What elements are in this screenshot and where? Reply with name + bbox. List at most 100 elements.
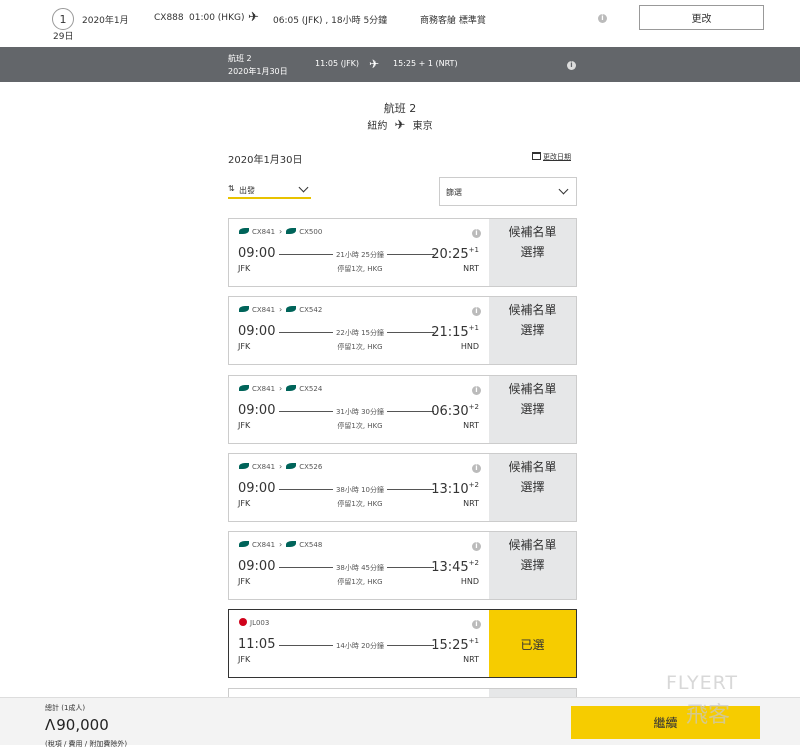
choose-label: 選擇	[520, 245, 545, 259]
total-value: 90,000	[56, 716, 109, 734]
info-icon[interactable]: i	[598, 14, 607, 23]
jal-logo-icon	[239, 618, 247, 626]
route-line	[387, 332, 434, 333]
summary-date-day: 29日	[53, 32, 74, 42]
flight-codes: CX841 › CX548	[239, 540, 322, 549]
departure-time: 09:00	[238, 403, 276, 418]
sort-dropdown[interactable]: ⇅ 出發	[228, 182, 311, 199]
flight-card[interactable]: CX841 › CX500 09:00 JFK 21小時 25分鐘 停留1次, HKG 20:…	[228, 218, 577, 287]
waitlist-label: 候補名單	[508, 225, 557, 239]
segment-bar: 航班 2 2020年1月30日 11:05 (JFK) ✈ 15:25 + 1 …	[0, 47, 800, 82]
departure-airport: JFK	[238, 499, 251, 508]
total-label: 總計 (1成人)	[45, 704, 86, 712]
arrival-airport: HND	[460, 577, 479, 586]
arrival-day-offset: +1	[468, 324, 479, 332]
route-line	[387, 411, 434, 412]
change-date-link[interactable]: 更改日期	[532, 152, 571, 162]
info-icon[interactable]: i	[472, 464, 481, 473]
flight-stops: 停留1次, HKG	[337, 343, 383, 351]
route-line	[279, 645, 333, 646]
page-title: 航班 2	[383, 102, 417, 115]
arrival-time-value: 21:15	[431, 325, 469, 340]
info-icon[interactable]: i	[472, 307, 481, 316]
waitlist-label: 候補名單	[508, 538, 557, 552]
flight-duration: 31小時 30分鐘	[335, 408, 385, 416]
flight-card[interactable]: CX841 › CX548 09:00 JFK 38小時 45分鐘 停留1次, HKG 13:…	[228, 531, 577, 600]
arrival-airport: NRT	[463, 264, 479, 273]
departure-airport: JFK	[238, 421, 251, 430]
flight-card[interactable]: CX841 › CX542 09:00 JFK 22小時 15分鐘 停留1次, HKG 21:…	[228, 296, 577, 365]
plane-icon: ✈	[248, 10, 259, 25]
arrival-airport: NRT	[463, 499, 479, 508]
avios-icon: Λ	[45, 716, 56, 734]
route-line	[279, 254, 333, 255]
flight-code: CX841	[252, 306, 276, 314]
selected-indicator[interactable]: 已選	[489, 610, 576, 677]
arrival-time-value: 13:45	[431, 560, 469, 575]
departure-airport: JFK	[238, 342, 251, 351]
cathay-logo-icon	[239, 306, 249, 312]
sort-value: 出發	[239, 186, 255, 195]
selected-label: 已選	[520, 638, 545, 652]
departure-time: 09:00	[238, 481, 276, 496]
departure-airport: JFK	[238, 264, 251, 273]
choose-label: 選擇	[520, 402, 545, 416]
itinerary-summary: 1 2020年1月 29日 CX888 01:00 (HKG) ✈ 06:05 …	[0, 0, 800, 47]
connection-arrow-icon: ›	[279, 540, 283, 549]
info-icon[interactable]: i	[472, 229, 481, 238]
flight-card[interactable]: CX841 › CX524 09:00 JFK 31小時 30分鐘 停留1次, HKG 06:…	[228, 375, 577, 444]
route-origin: 紐約	[367, 121, 388, 132]
info-icon[interactable]: i	[472, 386, 481, 395]
footer-bar: 總計 (1成人) Λ90,000 (稅項 / 費用 / 附加費除外) 繼續	[0, 697, 800, 748]
flight-stops: 停留1次, HKG	[337, 265, 383, 273]
choose-label: 選擇	[520, 323, 545, 337]
flight-card[interactable]: JL003 11:05 JFK 14小時 20分鐘 15:25+1 NRT i 已選	[228, 609, 577, 678]
filter-value: 篩選	[446, 188, 462, 197]
plane-icon: ✈	[369, 57, 380, 71]
arrival-day-offset: +1	[468, 637, 479, 645]
departure-time: 09:00	[238, 559, 276, 574]
calendar-icon	[532, 152, 541, 160]
info-icon[interactable]: i	[567, 61, 576, 70]
route: 紐約 ✈ 東京	[0, 117, 800, 133]
arrival-time: 13:10+2	[431, 481, 479, 497]
cathay-logo-icon	[286, 541, 297, 547]
flight-codes: CX841 › CX500	[239, 227, 322, 236]
select-button[interactable]: 候補名單 選擇	[489, 376, 576, 443]
info-icon[interactable]: i	[472, 620, 481, 629]
segment-date: 2020年1月30日	[228, 67, 288, 76]
select-button[interactable]: 候補名單 選擇	[489, 454, 576, 521]
arrival-day-offset: +1	[468, 246, 479, 254]
arrival-time-value: 13:10	[431, 482, 469, 497]
route-line	[279, 489, 333, 490]
route-line	[387, 254, 434, 255]
arrival-time-value: 06:30	[431, 404, 469, 419]
waitlist-label: 候補名單	[508, 460, 557, 474]
summary-depart-time: 01:00 (HKG)	[189, 13, 245, 23]
departure-time: 11:05	[238, 637, 276, 652]
flight-card[interactable]: CX841 › CX526 09:00 JFK 38小時 10分鐘 停留1次, HKG 13:…	[228, 453, 577, 522]
flight-codes: CX841 › CX542	[239, 305, 322, 314]
waitlist-label: 候補名單	[508, 382, 557, 396]
select-button[interactable]: 候補名單 選擇	[489, 532, 576, 599]
filter-dropdown[interactable]: 篩選	[439, 177, 577, 206]
arrival-time: 06:30+2	[431, 403, 479, 419]
continue-button[interactable]: 繼續	[571, 706, 760, 739]
flight-duration: 21小時 25分鐘	[335, 251, 385, 259]
chevron-down-icon	[558, 184, 569, 195]
select-button[interactable]: 候補名單 選擇	[489, 219, 576, 286]
change-button[interactable]: 更改	[639, 5, 764, 30]
cathay-logo-icon	[239, 228, 249, 234]
cathay-logo-icon	[239, 541, 249, 547]
info-icon[interactable]: i	[472, 542, 481, 551]
cathay-logo-icon	[239, 463, 249, 469]
select-button[interactable]: 候補名單 選擇	[489, 297, 576, 364]
flight-code: CX841	[252, 385, 276, 393]
cathay-logo-icon	[286, 228, 297, 234]
change-date-label: 更改日期	[543, 153, 571, 161]
summary-cabin: 商務客艙 標準賞	[420, 16, 486, 26]
arrival-day-offset: +2	[468, 481, 479, 489]
summary-date: 2020年1月	[82, 16, 129, 26]
segment-arrive-time: 15:25 + 1 (NRT)	[393, 59, 458, 68]
connection-arrow-icon: ›	[279, 384, 283, 393]
